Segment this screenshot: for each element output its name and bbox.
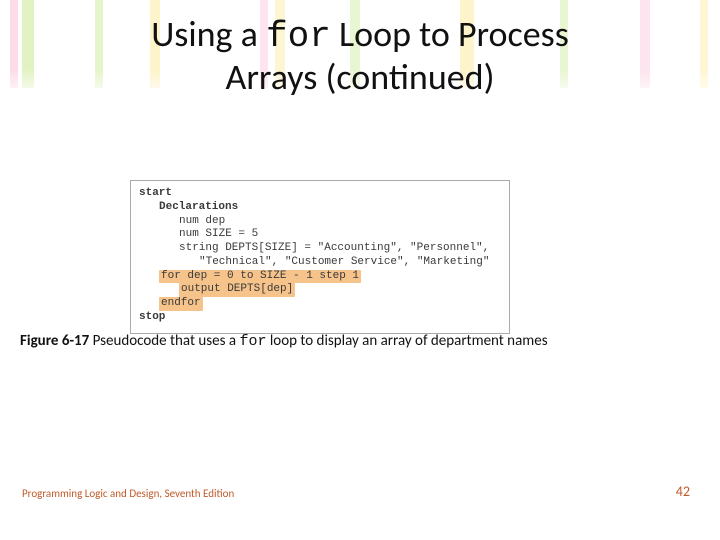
code-for-line: for dep = 0 to SIZE - 1 step 1 (159, 270, 501, 284)
slide: Using a for Loop to Process Arrays (cont… (0, 0, 720, 540)
figure-caption: Figure 6-17 Pseudocode that uses a for l… (20, 332, 700, 350)
code-numsize: num SIZE = 5 (179, 228, 501, 242)
slide-title: Using a for Loop to Process Arrays (cont… (0, 14, 720, 99)
code-endfor-line: endfor (159, 297, 501, 311)
caption-pre: Pseudocode that uses a (89, 332, 239, 350)
caption-mono: for (239, 333, 266, 350)
code-depts2: "Technical", "Customer Service", "Market… (199, 256, 501, 270)
title-part2: Loop to Process (331, 12, 569, 56)
title-line2: Arrays (continued) (226, 55, 495, 99)
pseudocode-box: start Declarations num dep num SIZE = 5 … (130, 180, 510, 334)
code-depts1: string DEPTS[SIZE] = "Accounting", "Pers… (179, 242, 501, 256)
code-stop: stop (139, 311, 501, 325)
title-mono: for (266, 16, 331, 57)
caption-label: Figure 6-17 (20, 332, 89, 350)
code-output: output DEPTS[dep] (179, 283, 295, 297)
page-number: 42 (676, 483, 690, 500)
code-box-wrap: start Declarations num dep num SIZE = 5 … (130, 180, 510, 334)
code-numdep: num dep (179, 215, 501, 229)
code-decl: Declarations (159, 201, 501, 215)
caption-post: loop to display an array of department n… (266, 332, 547, 350)
code-endfor: endfor (159, 297, 203, 311)
code-for: for dep = 0 to SIZE - 1 step 1 (159, 270, 361, 284)
code-output-line: output DEPTS[dep] (179, 283, 501, 297)
title-part1: Using a (151, 12, 266, 56)
code-start: start (139, 187, 501, 201)
footer-source: Programming Logic and Design, Seventh Ed… (22, 487, 234, 500)
